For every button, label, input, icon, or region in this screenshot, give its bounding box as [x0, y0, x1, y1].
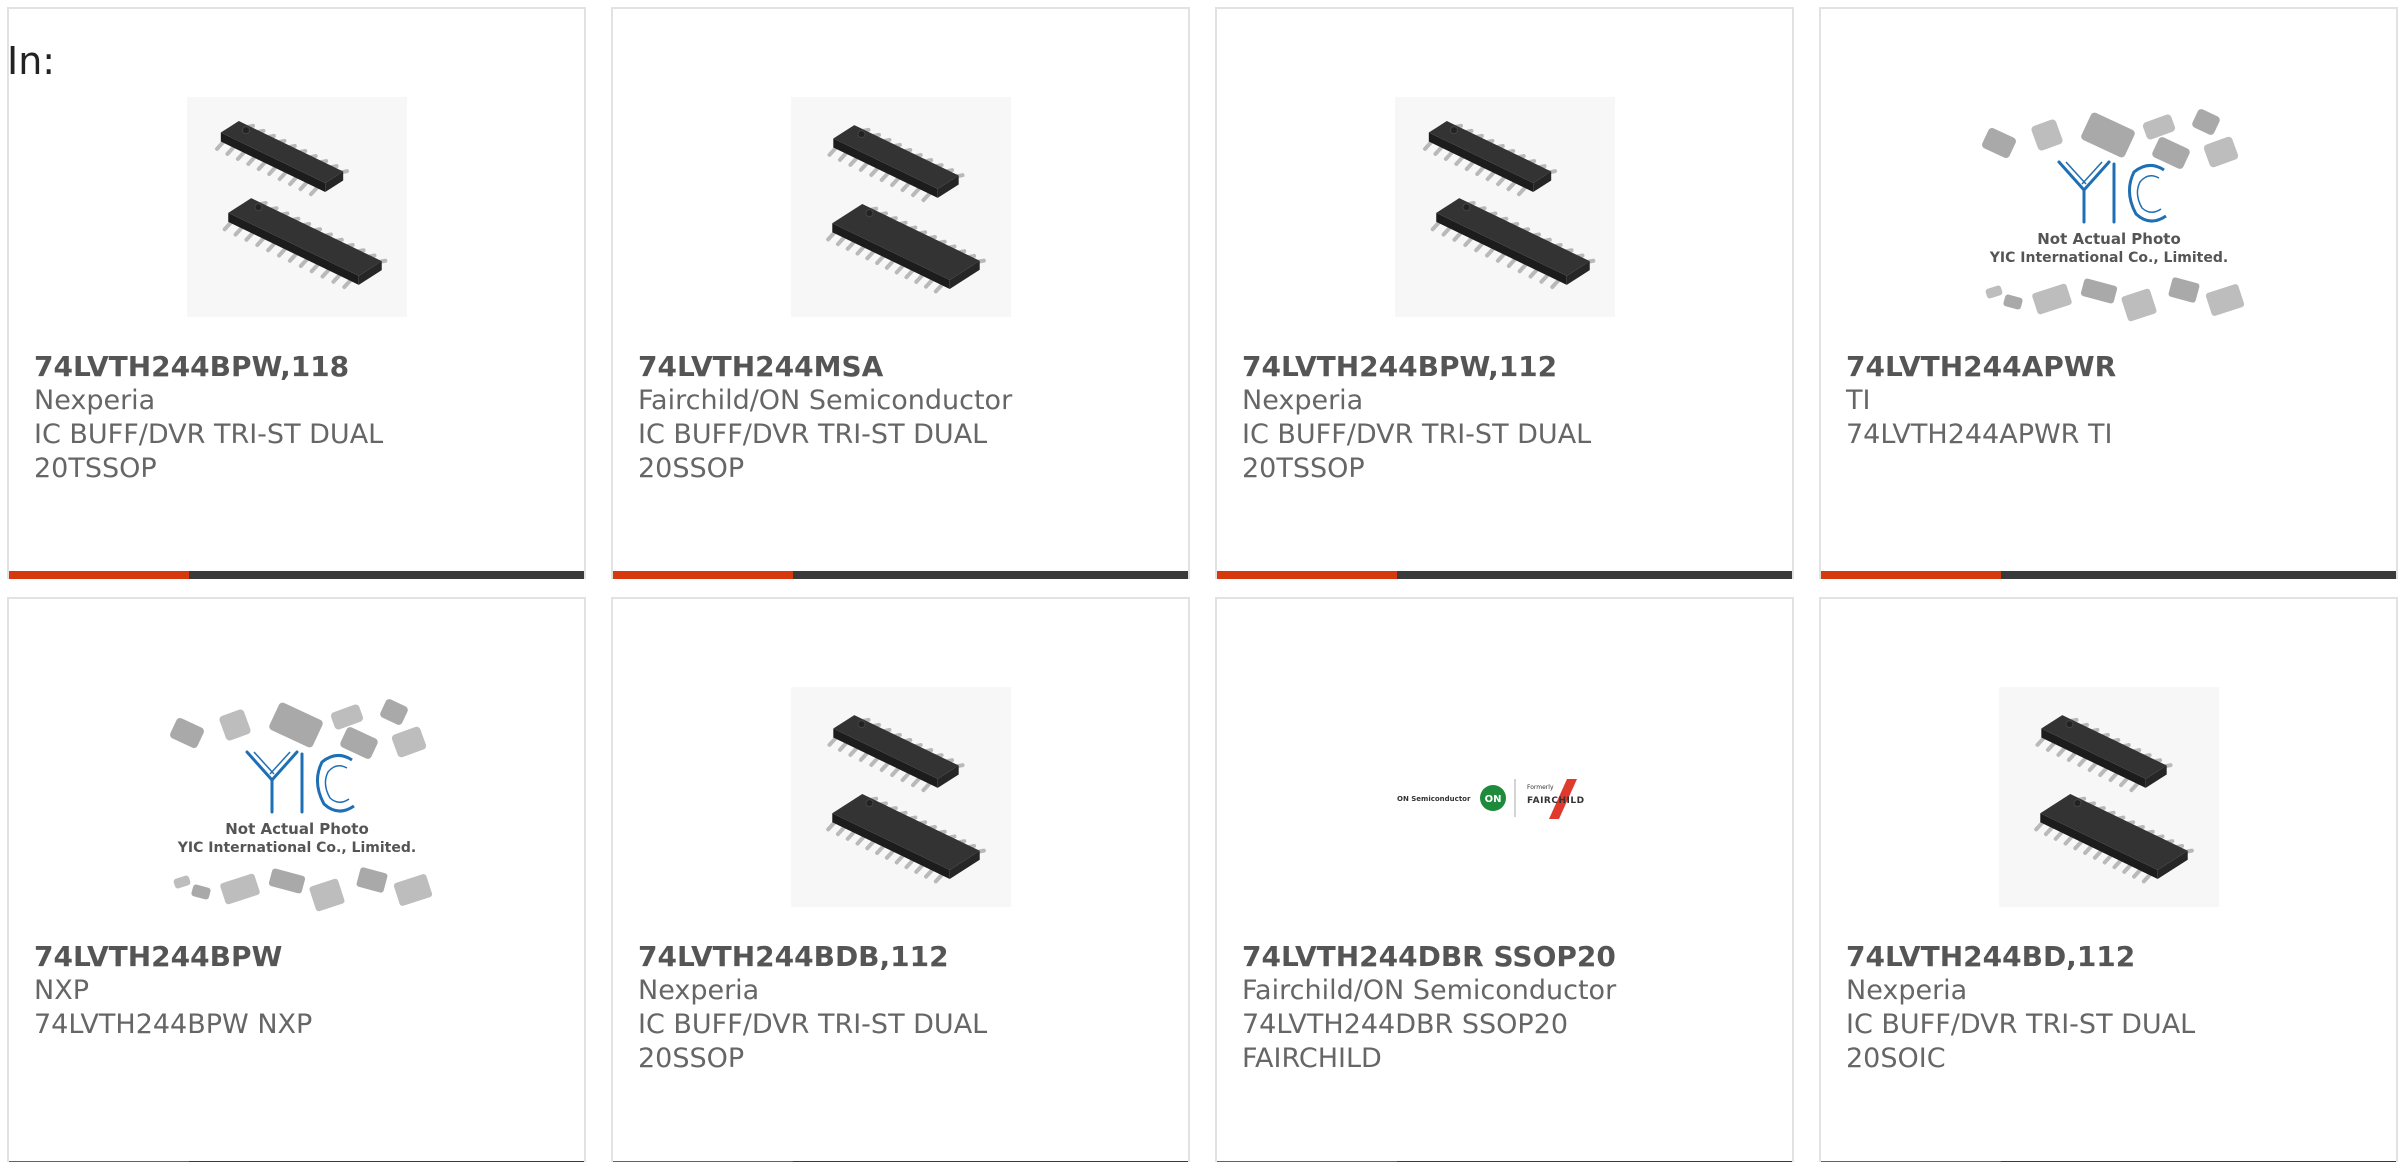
card-accent-bar — [9, 571, 189, 579]
card-bottom-bar — [613, 571, 1188, 579]
product-info: 74LVTH244BDB,112 Nexperia IC BUFF/DVR TRI-… — [638, 940, 1178, 1076]
yic-placeholder-image[interactable]: Not Actual Photo YIC International Co., L… — [9, 657, 584, 937]
product-info: 74LVTH244BD,112 Nexperia IC BUFF/DVR TRI-S… — [1846, 940, 2386, 1076]
manufacturer-name: Nexperia — [34, 385, 156, 416]
ssop-chip-image[interactable] — [613, 67, 1188, 347]
manufacturer-name: NXP — [34, 975, 89, 1006]
product-description: 20TSSOP — [34, 453, 157, 484]
placeholder-caption-line2: YIC International Co., Limited. — [1988, 250, 2227, 266]
card-dark-bar — [189, 571, 584, 579]
ssop-chip-image[interactable] — [613, 657, 1188, 937]
manufacturer-name: Nexperia — [1846, 975, 1968, 1006]
part-number-link[interactable]: 74LVTH244BDB,112 — [638, 940, 1178, 974]
product-description: 20SSOP — [638, 453, 745, 484]
in-label: In: — [7, 39, 56, 83]
placeholder-caption-line1: Not Actual Photo — [2037, 230, 2181, 248]
card-dark-bar — [1397, 571, 1792, 579]
part-number-link[interactable]: 74LVTH244BD,112 — [1846, 940, 2386, 974]
product-card[interactable]: 74LVTH244BD,112 Nexperia IC BUFF/DVR TRI-S… — [1819, 597, 2398, 1162]
part-number-link[interactable]: 74LVTH244MSA — [638, 350, 1178, 384]
tssop-chip-image[interactable] — [1217, 67, 1792, 347]
svg-text:ON: ON — [1484, 794, 1501, 805]
product-card[interactable]: Not Actual Photo YIC International Co., L… — [1819, 7, 2398, 579]
yic-placeholder-image[interactable]: Not Actual Photo YIC International Co., L… — [1821, 67, 2396, 347]
product-grid: 74LVTH244BPW,118 Nexperia IC BUFF/DVR TRI-… — [7, 7, 2400, 1162]
placeholder-caption-line2: YIC International Co., Limited. — [176, 840, 415, 856]
card-bottom-bar — [1821, 571, 2396, 579]
card-dark-bar — [2001, 571, 2396, 579]
product-description: IC BUFF/DVR TRI-ST DUAL — [1846, 1009, 2196, 1040]
product-info: 74LVTH244APWR TI 74LVTH244APWR TI — [1846, 350, 2386, 452]
manufacturer-name: Nexperia — [1242, 385, 1364, 416]
product-info: 74LVTH244DBR SSOP20 Fairchild/ON Semicond… — [1242, 940, 1782, 1076]
product-description: 74LVTH244BPW NXP — [34, 1009, 313, 1040]
manufacturer-name: Nexperia — [638, 975, 760, 1006]
part-number-link[interactable]: 74LVTH244BPW,112 — [1242, 350, 1782, 384]
tssop-chip-image[interactable] — [9, 67, 584, 347]
product-description: IC BUFF/DVR TRI-ST DUAL — [638, 419, 988, 450]
product-description: 20TSSOP — [1242, 453, 1365, 484]
card-bottom-bar — [1217, 571, 1792, 579]
product-info: 74LVTH244BPW,118 Nexperia IC BUFF/DVR TRI-… — [34, 350, 574, 486]
card-bottom-bar — [9, 571, 584, 579]
card-dark-bar — [793, 571, 1188, 579]
product-info: 74LVTH244MSA Fairchild/ON Semiconductor IC… — [638, 350, 1178, 486]
card-accent-bar — [1217, 571, 1397, 579]
part-number-link[interactable]: 74LVTH244BPW,118 — [34, 350, 574, 384]
product-description: 74LVTH244DBR SSOP20 — [1242, 1009, 1569, 1040]
product-description: 74LVTH244APWR TI — [1846, 419, 2113, 450]
product-card[interactable]: Not Actual Photo YIC International Co., L… — [7, 597, 586, 1162]
product-description: IC BUFF/DVR TRI-ST DUAL — [34, 419, 384, 450]
part-number-link[interactable]: 74LVTH244APWR — [1846, 350, 2386, 384]
onsemi-logo-text: ON Semiconductor — [1397, 795, 1471, 803]
formerly-text: Formerly — [1527, 784, 1554, 791]
product-card[interactable]: 74LVTH244BPW,112 Nexperia IC BUFF/DVR TRI-… — [1215, 7, 1794, 579]
fairchild-logo-text: FAIRCHILD — [1527, 796, 1585, 806]
part-number-link[interactable]: 74LVTH244BPW — [34, 940, 574, 974]
product-card[interactable]: 74LVTH244BDB,112 Nexperia IC BUFF/DVR TRI-… — [611, 597, 1190, 1162]
product-card[interactable]: 74LVTH244MSA Fairchild/ON Semiconductor IC… — [611, 7, 1190, 579]
card-accent-bar — [1821, 571, 2001, 579]
placeholder-caption-line1: Not Actual Photo — [225, 820, 369, 838]
product-card[interactable]: ON Semiconductor ON Formerly FAIRCHILD 74LVT… — [1215, 597, 1794, 1162]
product-info: 74LVTH244BPW NXP 74LVTH244BPW NXP — [34, 940, 574, 1042]
part-number-link[interactable]: 74LVTH244DBR SSOP20 — [1242, 940, 1782, 974]
product-description: 20SSOP — [638, 1043, 745, 1074]
product-description: 20SOIC — [1846, 1043, 1946, 1074]
onsemi-fairchild-logo[interactable]: ON Semiconductor ON Formerly FAIRCHILD — [1217, 657, 1792, 937]
product-results-page: In: 74LVTH244BPW,118 Nexperia IC BUFF/DVR … — [0, 0, 2400, 1162]
manufacturer-name: Fairchild/ON Semiconductor — [638, 385, 1013, 416]
soic-chip-image[interactable] — [1821, 657, 2396, 937]
product-info: 74LVTH244BPW,112 Nexperia IC BUFF/DVR TRI-… — [1242, 350, 1782, 486]
manufacturer-name: Fairchild/ON Semiconductor — [1242, 975, 1617, 1006]
manufacturer-name: TI — [1846, 385, 1871, 416]
product-card[interactable]: 74LVTH244BPW,118 Nexperia IC BUFF/DVR TRI-… — [7, 7, 586, 579]
product-description: IC BUFF/DVR TRI-ST DUAL — [638, 1009, 988, 1040]
card-accent-bar — [613, 571, 793, 579]
product-description: FAIRCHILD — [1242, 1043, 1382, 1074]
product-description: IC BUFF/DVR TRI-ST DUAL — [1242, 419, 1592, 450]
